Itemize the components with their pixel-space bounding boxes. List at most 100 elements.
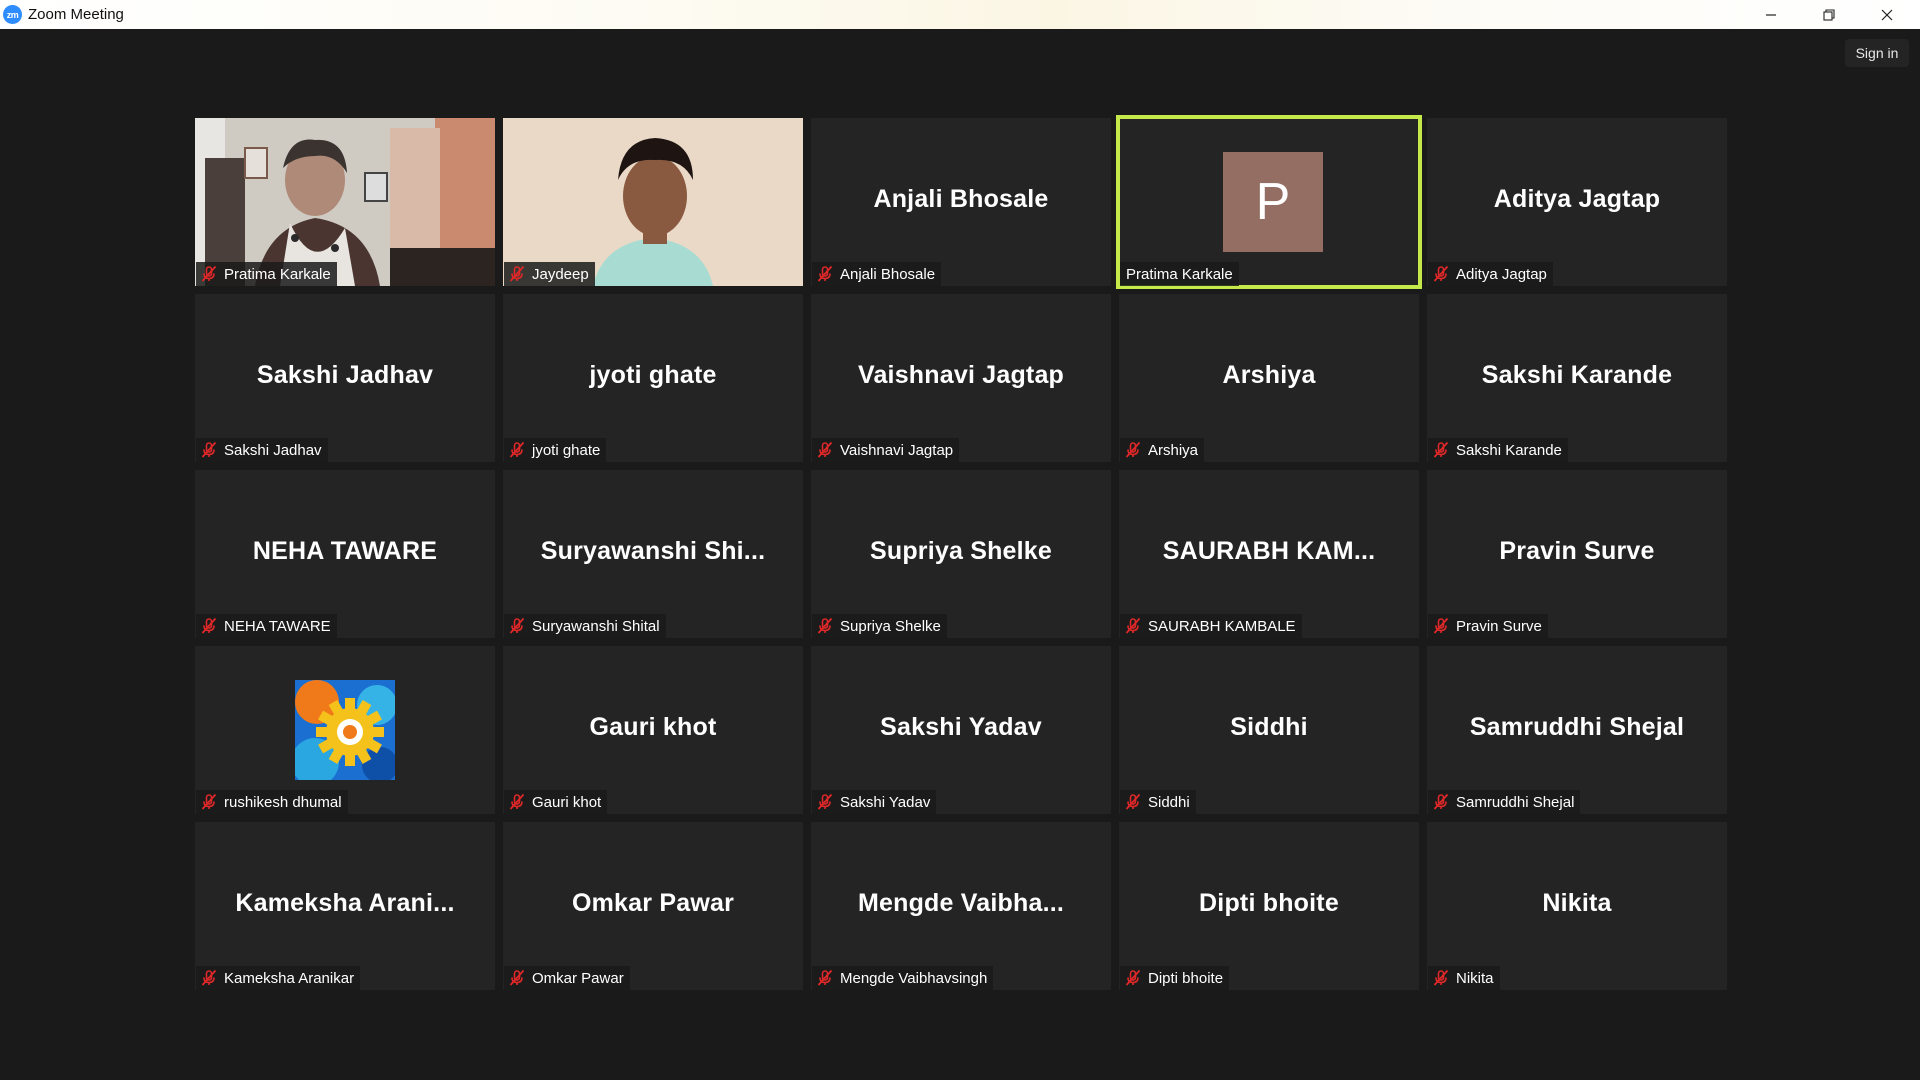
participant-name-text: Mengde Vaibhavsingh xyxy=(840,969,988,987)
participant-tile[interactable]: Mengde Vaibha... Mengde Vaibhavsingh xyxy=(811,822,1111,990)
participant-name-label: Mengde Vaibhavsingh xyxy=(812,966,994,990)
participant-display-name: Sakshi Karande xyxy=(1481,361,1673,390)
minimize-icon xyxy=(1766,13,1776,16)
participant-tile[interactable]: Kameksha Arani... Kameksha Aranikar xyxy=(195,822,495,990)
gears-avatar-image xyxy=(295,680,395,780)
participant-display-name: Arshiya xyxy=(1222,361,1316,390)
participant-name-label: Samruddhi Shejal xyxy=(1428,790,1581,814)
participant-name-text: Dipti bhoite xyxy=(1148,969,1224,987)
close-icon xyxy=(1881,9,1893,20)
muted-microphone-icon xyxy=(816,441,834,459)
restore-icon xyxy=(1823,8,1835,21)
participant-name-text: NEHA TAWARE xyxy=(224,617,331,635)
participant-name-text: Sakshi Karande xyxy=(1456,441,1562,459)
participant-tile[interactable]: rushikesh dhumal xyxy=(195,646,495,814)
participant-video xyxy=(195,118,495,286)
participant-display-name: Mengde Vaibha... xyxy=(857,889,1065,918)
participant-name-text: Sakshi Jadhav xyxy=(224,441,322,459)
muted-microphone-icon xyxy=(200,617,218,635)
participant-name-text: Pratima Karkale xyxy=(1126,265,1233,283)
participant-display-name: Samruddhi Shejal xyxy=(1469,713,1685,742)
gallery-view: Pratima Karkale Jaydeep Anjali Bhosale Anja… xyxy=(195,115,1727,990)
participant-name-text: Aditya Jagtap xyxy=(1456,265,1547,283)
muted-microphone-icon xyxy=(200,265,218,283)
muted-microphone-icon xyxy=(1124,617,1142,635)
participant-tile[interactable]: Sakshi Jadhav Sakshi Jadhav xyxy=(195,294,495,462)
participant-tile[interactable]: NEHA TAWARE NEHA TAWARE xyxy=(195,470,495,638)
participant-display-name: Pravin Surve xyxy=(1499,537,1655,566)
participant-tile[interactable]: jyoti ghate jyoti ghate xyxy=(503,294,803,462)
participant-name-label: Siddhi xyxy=(1120,790,1196,814)
muted-microphone-icon xyxy=(1124,793,1142,811)
muted-microphone-icon xyxy=(1124,441,1142,459)
participant-name-label: SAURABH KAMBALE xyxy=(1120,614,1302,638)
participant-tile[interactable]: Arshiya Arshiya xyxy=(1119,294,1419,462)
participant-tile[interactable]: Nikita Nikita xyxy=(1427,822,1727,990)
participant-name-text: Sakshi Yadav xyxy=(840,793,931,811)
close-button[interactable] xyxy=(1858,0,1916,29)
zoom-app-icon: zm xyxy=(3,5,22,24)
participant-tile[interactable]: SAURABH KAM... SAURABH KAMBALE xyxy=(1119,470,1419,638)
participant-name-text: Samruddhi Shejal xyxy=(1456,793,1575,811)
participant-name-label: Kameksha Aranikar xyxy=(196,966,361,990)
participant-name-label: NEHA TAWARE xyxy=(196,614,337,638)
participant-tile[interactable]: Samruddhi Shejal Samruddhi Shejal xyxy=(1427,646,1727,814)
participant-name-text: Nikita xyxy=(1456,969,1494,987)
participant-tile[interactable]: Omkar Pawar Omkar Pawar xyxy=(503,822,803,990)
muted-microphone-icon xyxy=(200,441,218,459)
muted-microphone-icon xyxy=(200,969,218,987)
participant-name-label: Dipti bhoite xyxy=(1120,966,1230,990)
participant-display-name: Kameksha Arani... xyxy=(235,889,455,918)
participant-tile[interactable]: P Pratima Karkale xyxy=(1116,115,1422,289)
muted-microphone-icon xyxy=(1432,617,1450,635)
participant-tile[interactable]: Gauri khot Gauri khot xyxy=(503,646,803,814)
participant-name-text: Arshiya xyxy=(1148,441,1199,459)
participant-tile[interactable]: Sakshi Yadav Sakshi Yadav xyxy=(811,646,1111,814)
participant-display-name: Vaishnavi Jagtap xyxy=(857,361,1065,390)
participant-tile[interactable]: Anjali Bhosale Anjali Bhosale xyxy=(811,118,1111,286)
participant-name-text: rushikesh dhumal xyxy=(224,793,342,811)
restore-button[interactable] xyxy=(1800,0,1858,29)
participant-name-label: Pratima Karkale xyxy=(1120,262,1239,286)
participant-name-text: Anjali Bhosale xyxy=(840,265,936,283)
participant-name-label: Suryawanshi Shital xyxy=(504,614,666,638)
participant-name-label: Vaishnavi Jagtap xyxy=(812,438,960,462)
participant-name-label: Sakshi Jadhav xyxy=(196,438,328,462)
participant-name-text: jyoti ghate xyxy=(532,441,601,459)
muted-microphone-icon xyxy=(508,265,526,283)
participant-name-label: Pravin Surve xyxy=(1428,614,1548,638)
participant-name-text: Siddhi xyxy=(1148,793,1190,811)
muted-microphone-icon xyxy=(1432,969,1450,987)
title-bar: zm Zoom Meeting xyxy=(0,0,1920,29)
minimize-button[interactable] xyxy=(1742,0,1800,29)
muted-microphone-icon xyxy=(816,617,834,635)
participant-tile[interactable]: Pravin Surve Pravin Surve xyxy=(1427,470,1727,638)
muted-microphone-icon xyxy=(508,617,526,635)
participant-tile[interactable]: Sakshi Karande Sakshi Karande xyxy=(1427,294,1727,462)
participant-tile[interactable]: Jaydeep xyxy=(503,118,803,286)
sign-in-button[interactable]: Sign in xyxy=(1845,39,1909,67)
participant-name-label: Gauri khot xyxy=(504,790,608,814)
participant-name-label: Sakshi Karande xyxy=(1428,438,1568,462)
muted-microphone-icon xyxy=(508,969,526,987)
participant-tile[interactable]: Pratima Karkale xyxy=(195,118,495,286)
participant-display-name: SAURABH KAM... xyxy=(1162,537,1376,566)
participant-tile[interactable]: Supriya Shelke Supriya Shelke xyxy=(811,470,1111,638)
muted-microphone-icon xyxy=(1432,441,1450,459)
participant-name-label: Arshiya xyxy=(1120,438,1205,462)
participant-name-label: Sakshi Yadav xyxy=(812,790,937,814)
participant-tile[interactable]: Vaishnavi Jagtap Vaishnavi Jagtap xyxy=(811,294,1111,462)
participant-name-text: Kameksha Aranikar xyxy=(224,969,355,987)
participant-display-name: Sakshi Jadhav xyxy=(256,361,434,390)
muted-microphone-icon xyxy=(816,969,834,987)
participant-display-name: Omkar Pawar xyxy=(571,889,734,918)
participant-tile[interactable]: Aditya Jagtap Aditya Jagtap xyxy=(1427,118,1727,286)
participant-tile[interactable]: Suryawanshi Shi... Suryawanshi Shital xyxy=(503,470,803,638)
participant-tile[interactable]: Dipti bhoite Dipti bhoite xyxy=(1119,822,1419,990)
participant-name-text: Supriya Shelke xyxy=(840,617,941,635)
muted-microphone-icon xyxy=(1432,793,1450,811)
participant-name-label: Supriya Shelke xyxy=(812,614,947,638)
participant-tile[interactable]: Siddhi Siddhi xyxy=(1119,646,1419,814)
participant-display-name: Siddhi xyxy=(1230,713,1308,742)
participant-display-name: jyoti ghate xyxy=(589,361,717,390)
